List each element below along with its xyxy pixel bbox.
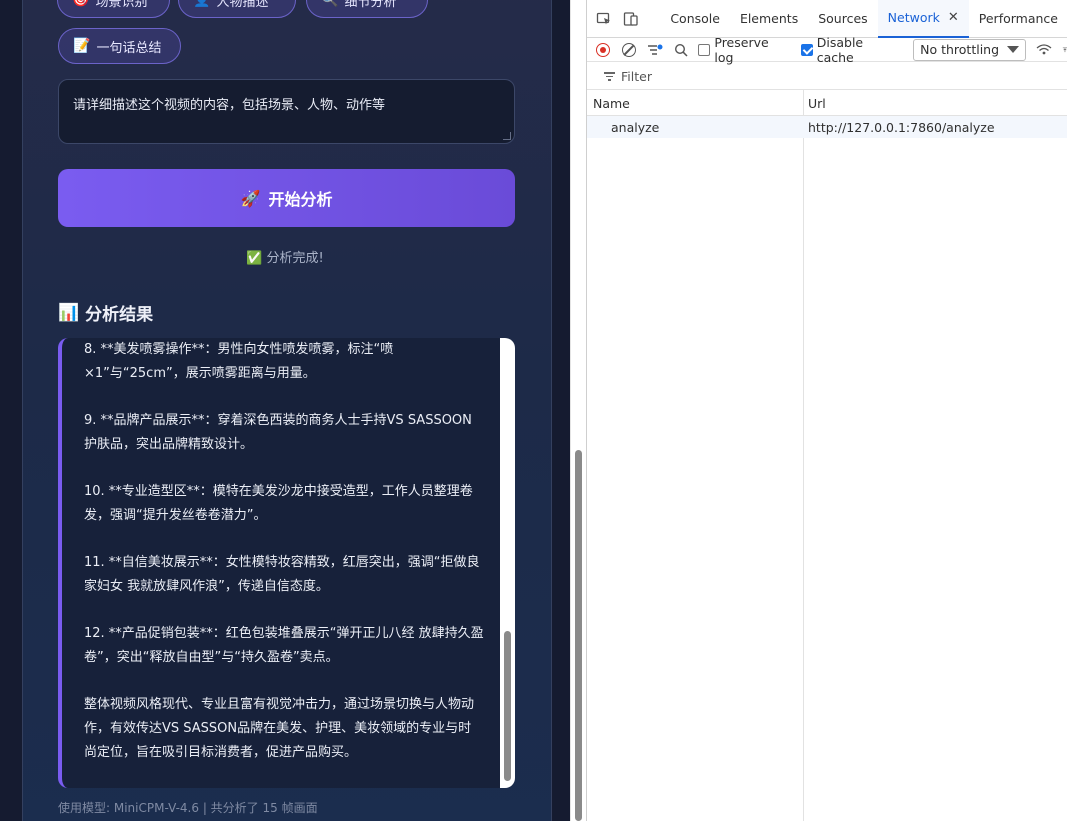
network-conditions-icon[interactable] [1036, 42, 1052, 58]
checkbox-box[interactable] [698, 43, 711, 56]
tab-label: Sources [818, 11, 868, 26]
inspect-element-icon[interactable] [591, 5, 618, 33]
chip-label: 一句话总结 [96, 40, 162, 56]
result-output-box[interactable]: 8. **美发喷雾操作**：男性向女性喷发喷雾，标注“喷×1”与“25cm”，展… [58, 338, 515, 788]
result-paragraph: 12. **产品促销包装**：红色包装堆叠展示“弹开正儿八经 放肆持久盈卷”，突… [84, 626, 484, 665]
tab-label: Performance [978, 11, 1058, 26]
prompt-textarea[interactable]: 请详细描述这个视频的内容，包括场景、人物、动作等 [58, 79, 515, 144]
result-paragraph: 9. **品牌产品展示**：穿着深色西装的商务人士手持VS SASSOON护肤品… [84, 413, 472, 452]
chip-one-sentence-summary[interactable]: 📝 一句话总结 [58, 28, 181, 64]
preserve-log-checkbox[interactable]: Preserve log [698, 35, 790, 65]
filter-bar[interactable]: Filter [587, 64, 1067, 90]
tab-console[interactable]: Console [660, 0, 730, 38]
chip-scene-recognition[interactable]: 🎯 场景识别 [57, 0, 170, 18]
chip-label: 场景识别 [95, 0, 148, 10]
chip-detail-analysis[interactable]: 🔍 细节分析 [306, 0, 428, 18]
tab-label: Network [887, 10, 940, 25]
tab-sources[interactable]: Sources [808, 0, 877, 38]
rocket-icon: 🚀 [240, 188, 261, 208]
chip-label: 细节分析 [344, 0, 397, 10]
status-message: ✅ 分析完成! [0, 247, 570, 266]
tab-elements[interactable]: Elements [730, 0, 808, 38]
check-icon: ✅ [246, 251, 263, 266]
resize-handle-icon[interactable] [503, 132, 511, 140]
result-heading: 📊 分析结果 [58, 300, 154, 326]
throttling-value: No throttling [920, 42, 1000, 57]
import-har-icon[interactable] [1062, 42, 1067, 58]
chip-label: 人物描述 [216, 0, 269, 10]
throttling-select[interactable]: No throttling [913, 38, 1027, 61]
network-request-table: Name Url analyze http://127.0.0.1:7860/a… [587, 90, 1067, 821]
record-icon[interactable] [595, 42, 611, 58]
result-heading-text: 分析结果 [85, 305, 154, 325]
bar-chart-icon: 📊 [58, 302, 80, 323]
result-paragraph: 8. **美发喷雾操作**：男性向女性喷发喷雾，标注“喷×1”与“25cm”，展… [84, 342, 394, 381]
checkbox-box[interactable] [800, 43, 813, 56]
tab-performance[interactable]: Performance [969, 0, 1067, 38]
result-scrollbar-thumb[interactable] [504, 631, 511, 781]
devtools-panel: Console Elements Sources Network ✕ Perfo… [586, 0, 1067, 821]
memo-icon: 📝 [73, 38, 91, 54]
disable-cache-label: Disable cache [816, 34, 864, 65]
model-info-footer: 使用模型: MiniCPM-V-4.6 | 共分析了 15 帧画面 [58, 801, 318, 815]
column-header-url[interactable]: Url [808, 96, 826, 111]
preserve-log-label: Preserve log [714, 34, 769, 65]
tab-label: Elements [739, 11, 799, 26]
result-text: 8. **美发喷雾操作**：男性向女性喷发喷雾，标注“喷×1”与“25cm”，展… [84, 338, 484, 788]
request-url: http://127.0.0.1:7860/analyze [808, 120, 995, 135]
column-header-name[interactable]: Name [593, 96, 630, 111]
page-scrollbar-thumb[interactable] [575, 450, 582, 821]
column-divider[interactable] [803, 90, 804, 821]
network-toolbar: Preserve log Disable cache No throttling [587, 34, 1067, 65]
result-paragraph: 整体视频风格现代、专业且富有视觉冲击力，通过场景切换与人物动作，有效传达VS S… [84, 697, 475, 760]
result-paragraph: 11. **自信美妆展示**：女性模特妆容精致，红唇突出，强调“拒做良家妇女 我… [84, 555, 480, 594]
tab-network[interactable]: Network ✕ [877, 0, 969, 38]
devtools-tab-bar: Console Elements Sources Network ✕ Perfo… [587, 0, 1067, 38]
status-label: 分析完成! [266, 251, 324, 266]
table-header: Name Url [587, 90, 1067, 116]
prompt-text: 请详细描述这个视频的内容，包括场景、人物、动作等 [73, 98, 386, 113]
table-row[interactable]: analyze http://127.0.0.1:7860/analyze [587, 116, 1067, 138]
target-icon: 🎯 [72, 0, 90, 8]
filter-settings-icon[interactable] [647, 42, 663, 58]
start-analysis-label: 开始分析 [268, 190, 333, 209]
chip-person-description[interactable]: 👤 人物描述 [178, 0, 296, 18]
result-paragraph: 10. **专业造型区**：模特在美发沙龙中接受造型，工作人员整理卷发，强调“提… [84, 484, 473, 523]
request-name: analyze [611, 120, 660, 135]
filter-placeholder: Filter [621, 69, 652, 84]
chevron-down-icon [1007, 46, 1020, 53]
clear-icon[interactable] [621, 42, 637, 58]
magnifier-icon: 🔍 [321, 0, 339, 8]
person-icon: 👤 [193, 0, 211, 8]
disable-cache-checkbox[interactable]: Disable cache [800, 34, 903, 65]
filter-icon [603, 72, 615, 81]
close-icon[interactable]: ✕ [948, 10, 959, 25]
device-toolbar-icon[interactable] [618, 5, 645, 33]
start-analysis-button[interactable]: 🚀 开始分析 [58, 169, 515, 227]
app-pane: 🎯 场景识别 👤 人物描述 🔍 细节分析 📝 一句话总结 请详细描述这个视频的内… [0, 0, 570, 821]
search-icon[interactable] [673, 42, 689, 58]
tab-label: Console [670, 11, 720, 26]
